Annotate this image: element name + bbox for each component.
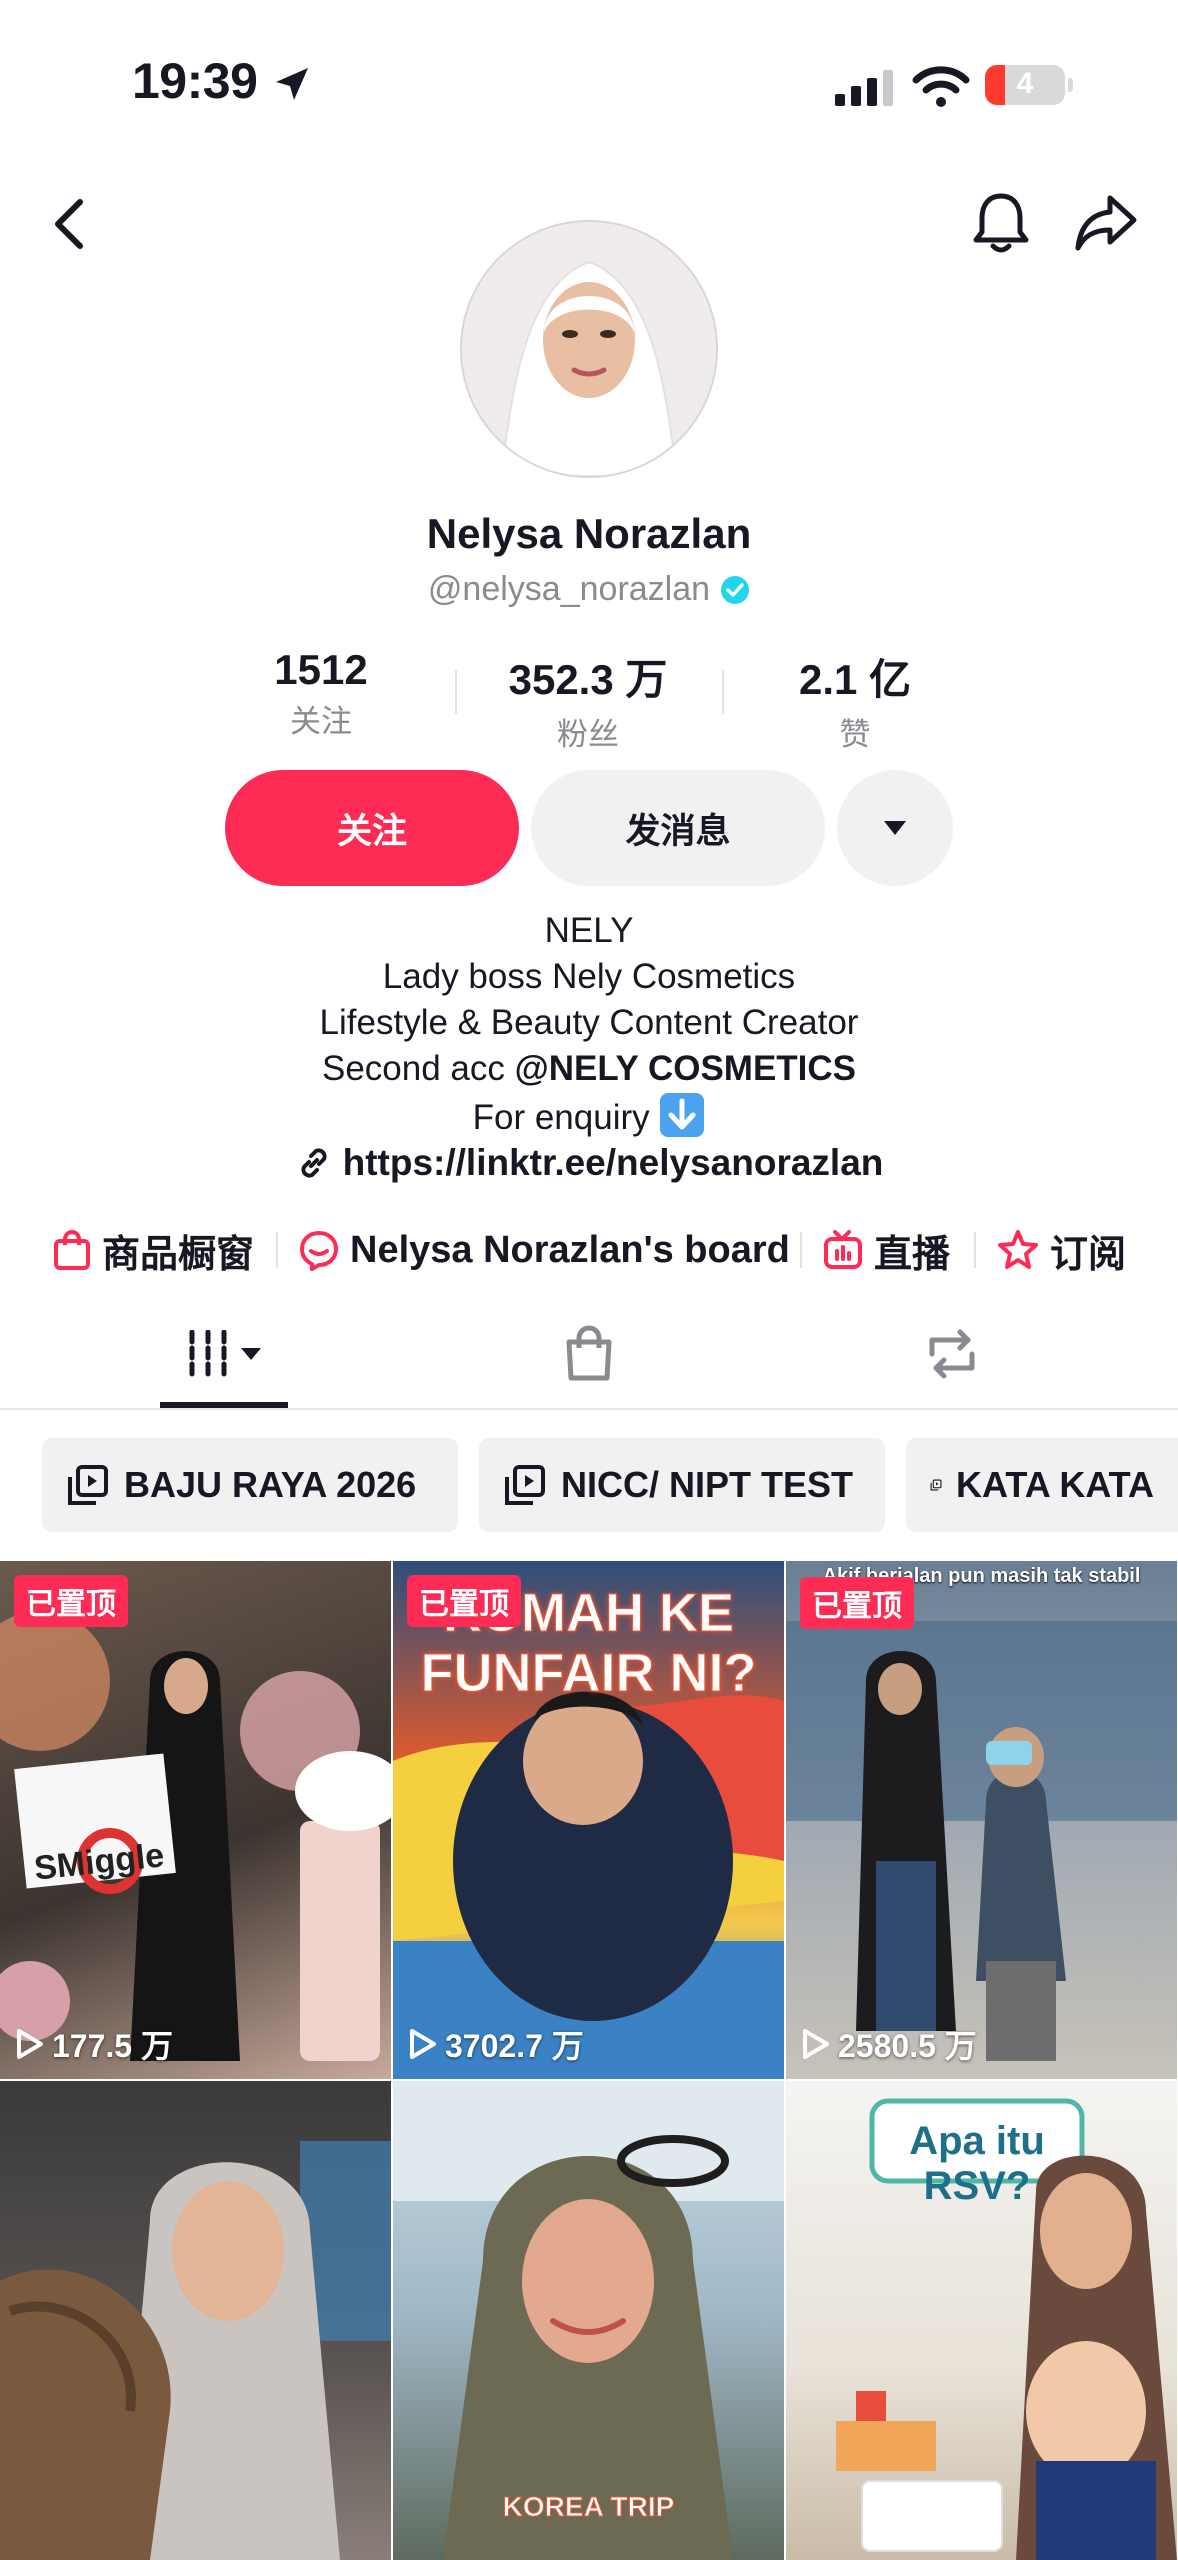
handle-row: @nelysa_norazlan xyxy=(0,570,1178,609)
playlist-chip[interactable]: NICC/ NIPT TEST xyxy=(479,1438,885,1532)
video-still xyxy=(393,2081,784,2560)
playlist-icon xyxy=(505,1465,545,1505)
tab-divider xyxy=(0,1408,1178,1410)
stat-label: 赞 xyxy=(839,717,871,752)
profile-name: Nelysa Norazlan xyxy=(426,510,752,557)
caret-down-icon xyxy=(241,1348,261,1360)
video-thumbnail[interactable]: KOREA TRIP xyxy=(393,2081,784,2560)
avatar[interactable] xyxy=(460,220,718,478)
play-icon xyxy=(17,2029,43,2059)
status-time: 19:39 xyxy=(132,53,258,109)
video-thumbnail[interactable]: Akif berjalan pun masih tak stabil 已置顶 2… xyxy=(786,1561,1177,2079)
bio-text: Second acc xyxy=(321,1049,505,1088)
live-tv-icon xyxy=(824,1230,862,1269)
stat-divider xyxy=(722,670,724,714)
view-count: 177.5 万 xyxy=(14,2021,173,2067)
bio-line: For enquiry xyxy=(0,1092,1178,1141)
play-icon xyxy=(803,2029,829,2059)
stat-value: 1512 xyxy=(274,646,368,693)
shopping-bag-icon xyxy=(54,1230,90,1270)
board-icon xyxy=(300,1231,338,1271)
pinned-badge: 已置顶 xyxy=(14,1575,128,1627)
stat-label: 粉丝 xyxy=(557,717,619,752)
view-count: 2580.5 万 xyxy=(800,2021,977,2067)
shortcut-live[interactable]: 直播 xyxy=(822,1224,950,1276)
video-still xyxy=(0,2141,391,2560)
more-options-button[interactable] xyxy=(837,770,953,886)
playlist-chip[interactable]: BAJU RAYA 2026 xyxy=(42,1438,458,1532)
video-caption: KOREA TRIP xyxy=(502,2491,675,2523)
stat-likes[interactable]: 2.1 亿 赞 xyxy=(725,646,985,754)
playlist-chip[interactable]: KATA KATA xyxy=(906,1438,1178,1532)
stat-divider xyxy=(455,670,457,714)
shortcut-subscribe[interactable]: 订阅 xyxy=(996,1224,1126,1276)
shortcut-showcase[interactable]: 商品橱窗 xyxy=(52,1224,254,1276)
message-button[interactable]: 发消息 xyxy=(531,770,825,886)
videos-grid-icon xyxy=(189,1330,227,1378)
back-arrow-icon[interactable] xyxy=(48,196,92,252)
link-icon xyxy=(301,1148,327,1178)
shortcut-label: 订阅 xyxy=(1050,1233,1127,1276)
play-icon xyxy=(410,2029,436,2059)
video-thumbnail[interactable] xyxy=(0,2081,391,2560)
video-thumbnail[interactable]: RUMAH KE FUNFAIR NI? 已置顶 3702.7 万 xyxy=(393,1561,784,2079)
stat-value: 2.1 亿 xyxy=(798,656,912,703)
view-count-text: 177.5 万 xyxy=(52,2028,173,2064)
view-count-text: 2580.5 万 xyxy=(838,2028,977,2064)
wifi-icon xyxy=(912,66,970,107)
pinned-badge: 已置顶 xyxy=(407,1575,521,1627)
shortcut-label: Nelysa Norazlan's board xyxy=(350,1228,790,1271)
follow-button[interactable]: 关注 xyxy=(225,770,519,886)
playlist-title: BAJU RAYA 2026 xyxy=(124,1464,417,1505)
bio-line: NELY xyxy=(544,911,634,950)
video-thumbnail[interactable]: SMiggle 已置顶 177.5 万 xyxy=(0,1561,391,2079)
shop-bag-icon[interactable] xyxy=(561,1324,617,1382)
share-arrow-icon[interactable] xyxy=(1074,194,1138,252)
shortcut-divider xyxy=(800,1232,802,1268)
stat-following[interactable]: 1512 关注 xyxy=(191,646,451,741)
video-still xyxy=(0,1611,391,2061)
battery-indicator: 4 xyxy=(985,65,1073,105)
video-thumbnail[interactable]: Apa itu RSV? xyxy=(786,2081,1177,2560)
profile-link[interactable]: https://linktr.ee/nelysanorazlan xyxy=(0,1142,1178,1184)
shortcut-label: 直播 xyxy=(874,1233,951,1276)
pinned-badge: 已置顶 xyxy=(800,1577,914,1629)
location-arrow-icon xyxy=(276,68,308,100)
tab-videos[interactable] xyxy=(160,1324,288,1384)
shortcut-board[interactable]: Nelysa Norazlan's board xyxy=(298,1224,790,1276)
down-arrow-emoji-icon xyxy=(660,1093,705,1137)
stat-label: 关注 xyxy=(290,704,352,739)
bio-text: For enquiry xyxy=(472,1098,650,1137)
mention-link[interactable]: @NELY COSMETICS xyxy=(515,1049,856,1088)
shortcut-divider xyxy=(974,1232,976,1268)
playlist-icon xyxy=(930,1479,942,1491)
verified-badge-icon xyxy=(721,575,750,604)
bio-line-mention: Second acc @NELY COSMETICS xyxy=(0,1046,1178,1092)
bio-line: Lifestyle & Beauty Content Creator xyxy=(319,1003,859,1042)
repost-icon[interactable] xyxy=(922,1326,982,1382)
video-still xyxy=(786,1621,1177,2061)
profile-handle: @nelysa_norazlan xyxy=(427,570,711,608)
shortcut-label: 商品橱窗 xyxy=(102,1233,255,1276)
view-count: 3702.7 万 xyxy=(407,2021,584,2067)
shortcut-divider xyxy=(276,1232,278,1268)
avatar-portrait xyxy=(462,222,716,476)
playlist-title: NICC/ NIPT TEST xyxy=(561,1464,854,1505)
playlist-icon xyxy=(68,1465,108,1505)
stat-value: 352.3 万 xyxy=(508,656,668,703)
subscribe-star-icon xyxy=(998,1230,1038,1269)
cellular-signal-icon xyxy=(835,70,893,106)
stat-followers[interactable]: 352.3 万 粉丝 xyxy=(458,646,718,754)
notification-bell-icon[interactable] xyxy=(970,190,1032,256)
playlist-title: KATA KATA xyxy=(956,1464,1154,1505)
bio-line: Lady boss Nely Cosmetics xyxy=(382,957,796,996)
video-caption: Apa itu RSV? xyxy=(909,2119,1045,2208)
view-count-text: 3702.7 万 xyxy=(445,2028,584,2064)
link-text: https://linktr.ee/nelysanorazlan xyxy=(342,1142,884,1183)
caret-down-icon xyxy=(884,821,906,835)
